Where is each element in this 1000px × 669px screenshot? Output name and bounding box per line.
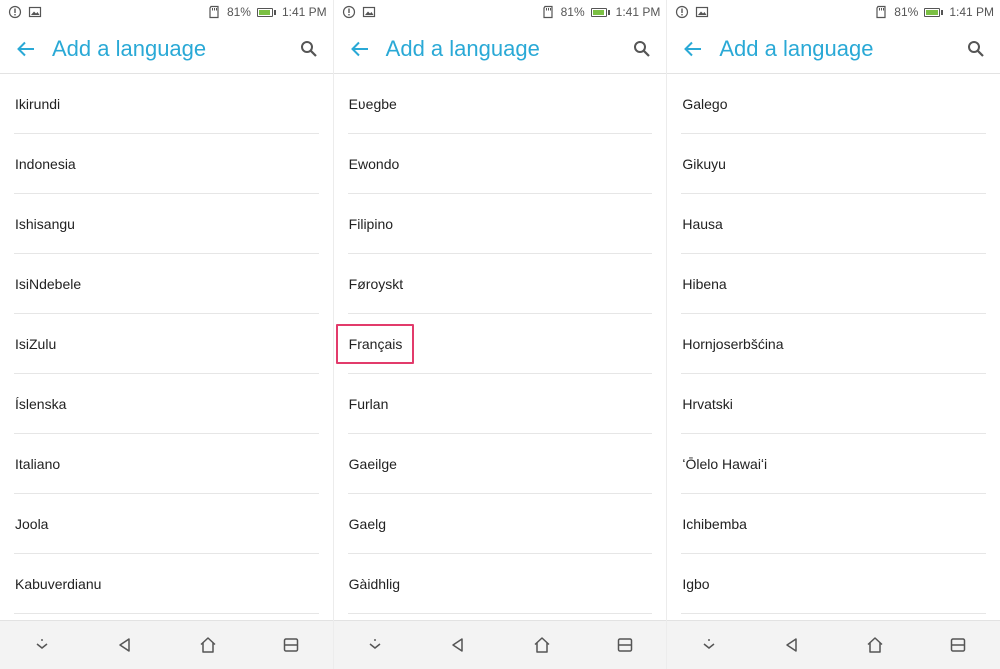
back-button[interactable] — [338, 24, 382, 74]
notification-alert-icon — [675, 5, 689, 19]
status-bar: 81% 1:41 PM — [667, 0, 1000, 24]
home-icon — [867, 637, 883, 653]
language-item-highlighted[interactable]: Français — [335, 314, 653, 374]
screen-panel-2: 81% 1:41 PM Add a language Eʋegbe Ewondo… — [332, 0, 667, 669]
status-time: 1:41 PM — [615, 5, 661, 19]
language-item[interactable]: IsiZulu — [14, 314, 319, 374]
sd-card-icon — [874, 5, 888, 19]
language-item[interactable]: Italiano — [14, 434, 319, 494]
language-item[interactable]: ʻŌlelo Hawaiʻi — [681, 434, 987, 494]
language-item[interactable]: Hornjoserbšćina — [681, 314, 987, 374]
battery-icon — [590, 7, 610, 17]
image-icon — [28, 5, 42, 19]
image-icon — [362, 5, 376, 19]
language-item[interactable]: Gàidhlig — [347, 554, 653, 614]
search-icon — [634, 40, 651, 57]
language-item[interactable]: Gaeilge — [347, 434, 653, 494]
language-item[interactable]: Gaelg — [347, 494, 653, 554]
nav-home-button[interactable] — [522, 625, 562, 665]
hide-nav-button[interactable] — [689, 625, 729, 665]
status-bar: 81% 1:41 PM — [0, 0, 333, 24]
app-bar: Add a language — [667, 24, 1000, 74]
language-item[interactable]: Igbo — [681, 554, 987, 614]
navigation-bar — [0, 620, 333, 669]
battery-icon — [256, 7, 276, 17]
nav-back-button[interactable] — [772, 625, 812, 665]
image-icon — [695, 5, 709, 19]
language-item[interactable]: Filipino — [347, 194, 653, 254]
screen-panel-3: 81% 1:41 PM Add a language Galego Gikuyu… — [666, 0, 1000, 669]
language-item[interactable]: IsiNdebele — [14, 254, 319, 314]
hide-nav-button[interactable] — [22, 625, 62, 665]
language-item[interactable]: Furlan — [347, 374, 653, 434]
nav-back-button[interactable] — [438, 625, 478, 665]
language-item[interactable]: Kabuverdianu — [14, 554, 319, 614]
page-title: Add a language — [52, 35, 207, 61]
battery-percent: 81% — [226, 5, 251, 19]
navigation-bar — [333, 620, 667, 669]
app-bar: Add a language — [0, 24, 333, 74]
search-button[interactable] — [956, 24, 996, 74]
search-icon — [300, 40, 317, 57]
nav-back-button[interactable] — [105, 625, 145, 665]
recents-icon — [283, 638, 299, 652]
recents-icon — [617, 638, 632, 652]
battery-icon — [924, 7, 944, 17]
back-triangle-icon — [452, 638, 464, 652]
chevron-down-icon — [703, 639, 715, 649]
nav-recents-button[interactable] — [271, 625, 311, 665]
search-icon — [968, 40, 984, 57]
language-item[interactable]: Indonesia — [14, 134, 319, 194]
language-item[interactable]: Íslenska — [14, 374, 319, 434]
language-list: Ikirundi Indonesia Ishisangu IsiNdebele … — [0, 74, 333, 614]
language-item[interactable]: Hrvatski — [681, 374, 987, 434]
language-item[interactable]: Gikuyu — [681, 134, 987, 194]
language-item[interactable]: Hibena — [681, 254, 987, 314]
nav-recents-button[interactable] — [938, 625, 978, 665]
back-button[interactable] — [671, 24, 715, 74]
language-item[interactable]: Ikirundi — [14, 74, 319, 134]
chevron-down-icon — [36, 639, 48, 649]
sd-card-icon — [541, 5, 555, 19]
home-icon — [534, 637, 550, 653]
nav-home-button[interactable] — [188, 625, 228, 665]
recents-icon — [951, 638, 966, 652]
search-button[interactable] — [622, 24, 662, 74]
page-title: Add a language — [719, 35, 874, 61]
nav-home-button[interactable] — [855, 625, 895, 665]
language-item[interactable]: Føroyskt — [347, 254, 653, 314]
language-item[interactable]: Ishisangu — [14, 194, 319, 254]
back-button[interactable] — [4, 24, 48, 74]
language-item[interactable]: Joola — [14, 494, 319, 554]
language-item[interactable]: Hausa — [681, 194, 987, 254]
nav-recents-button[interactable] — [605, 625, 645, 665]
status-time: 1:41 PM — [949, 5, 995, 19]
sd-card-icon — [207, 5, 221, 19]
page-title: Add a language — [385, 35, 540, 61]
language-item[interactable]: Eʋegbe — [347, 74, 653, 134]
app-bar: Add a language — [333, 24, 667, 74]
chevron-down-icon — [369, 639, 381, 649]
battery-percent: 81% — [560, 5, 585, 19]
hide-nav-button[interactable] — [355, 625, 395, 665]
notification-alert-icon — [342, 5, 356, 19]
back-triangle-icon — [786, 638, 797, 652]
arrow-back-icon — [350, 41, 368, 56]
back-triangle-icon — [118, 638, 130, 652]
language-item[interactable]: Ichibemba — [681, 494, 987, 554]
home-icon — [200, 637, 216, 653]
language-list: Galego Gikuyu Hausa Hibena Hornjoserbšći… — [667, 74, 1000, 614]
screen-panel-1: 81% 1:41 PM Add a language Ikirundi Indo… — [0, 0, 333, 669]
language-list: Eʋegbe Ewondo Filipino Føroyskt Français… — [334, 74, 667, 614]
language-item[interactable]: Ewondo — [347, 134, 653, 194]
battery-percent: 81% — [894, 5, 919, 19]
arrow-back-icon — [17, 41, 34, 56]
language-item[interactable]: Galego — [681, 74, 987, 134]
status-time: 1:41 PM — [281, 5, 327, 19]
notification-alert-icon — [8, 5, 22, 19]
navigation-bar — [667, 620, 1000, 669]
search-button[interactable] — [289, 24, 329, 74]
arrow-back-icon — [684, 41, 702, 56]
status-bar: 81% 1:41 PM — [334, 0, 667, 24]
